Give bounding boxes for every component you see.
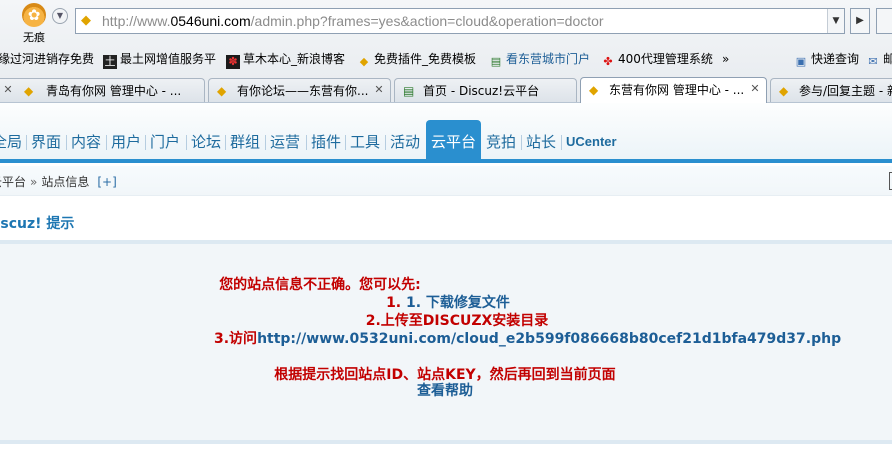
address-dropdown-icon[interactable]: ▼ bbox=[827, 9, 844, 33]
breadcrumb-separator: » bbox=[30, 175, 38, 189]
logo-label: 无痕 bbox=[23, 31, 45, 44]
breadcrumb-trail: 云平台 »站点信息 [+] bbox=[0, 174, 117, 190]
bookmark-item[interactable]: ▤ 看东营城市门户 bbox=[489, 51, 590, 69]
discuz-favicon-icon: ◆ bbox=[779, 84, 789, 98]
nav-separator bbox=[265, 135, 266, 150]
bookmarks-more-icon[interactable]: » bbox=[722, 51, 729, 67]
nav-item[interactable]: 竞拍 bbox=[486, 120, 518, 160]
discuz-favicon-icon: ◆ bbox=[589, 83, 599, 97]
nav-separator bbox=[345, 135, 346, 150]
nav-separator bbox=[306, 135, 307, 150]
nav-separator bbox=[385, 135, 386, 150]
nav-separator bbox=[225, 135, 226, 150]
add-shortcut-link[interactable]: [+] bbox=[97, 175, 116, 189]
nav-separator bbox=[26, 135, 27, 150]
address-bar[interactable]: ◆ http://www.0546uni.com/admin.php?frame… bbox=[75, 8, 845, 34]
nav-item[interactable]: 全局 bbox=[0, 120, 22, 160]
browser-chrome: ✿ 无痕 ▼ ◆ http://www.0546uni.com/admin.ph… bbox=[0, 0, 892, 103]
discuz-icon: ◆ bbox=[359, 55, 369, 68]
close-icon[interactable]: ✕ bbox=[372, 83, 386, 97]
page-content: 全局界面内容用户门户论坛群组运营插件工具活动云平台竞拍站长UCenter 云平台… bbox=[0, 103, 892, 469]
nav-separator bbox=[66, 135, 67, 150]
nav-item[interactable]: 论坛 bbox=[191, 120, 223, 160]
bookmarks-bar: 缘过河进销存免费 土最土网增值服务平 ✽ 草木本心_新浪博客 ◆ 免费插件_免费模板… bbox=[0, 48, 892, 70]
step-upload: 2.上传至DISCUZX安装目录 bbox=[365, 313, 549, 329]
download-fix-link[interactable]: 1. 下载修复文件 bbox=[406, 295, 510, 311]
page-icon: ▤ bbox=[403, 84, 415, 98]
unicom-icon: ✤ bbox=[603, 55, 613, 68]
browser-logo[interactable]: ✿ 无痕 bbox=[18, 3, 50, 44]
error-message: 您的站点信息不正确。您可以先: bbox=[219, 277, 421, 293]
browser-tab[interactable]: ◆ 有你论坛——东营有你... ✕ bbox=[208, 78, 391, 102]
nav-item[interactable]: UCenter bbox=[566, 120, 626, 160]
page-title: Discuz! 提示 bbox=[0, 216, 75, 232]
nav-item[interactable]: 运营 bbox=[270, 120, 302, 160]
discuz-favicon-icon: ◆ bbox=[217, 84, 227, 98]
plant-icon: ✽ bbox=[226, 55, 240, 69]
address-prefix: http://www. bbox=[102, 13, 171, 29]
browser-tab[interactable]: ◆ 参与/回复主题 - 新 bbox=[770, 78, 892, 102]
image-icon: ▣ bbox=[795, 55, 807, 68]
nav-item[interactable]: 工具 bbox=[350, 120, 382, 160]
step-download: 1. 1. 下载修复文件 bbox=[386, 295, 510, 311]
bookmark-item[interactable]: ✉ 邮 bbox=[866, 51, 892, 69]
bookmark-item[interactable]: ✽ 草木本心_新浪博客 bbox=[226, 51, 345, 69]
box-icon: 土 bbox=[103, 55, 117, 69]
address-text[interactable]: http://www.0546uni.com/admin.php?frames=… bbox=[102, 13, 604, 30]
discuz-favicon-icon: ◆ bbox=[24, 84, 34, 98]
nav-item[interactable]: 门户 bbox=[150, 120, 182, 160]
address-domain: 0546uni.com bbox=[170, 13, 251, 29]
nav-item[interactable]: 活动 bbox=[390, 120, 422, 160]
nav-separator bbox=[561, 135, 562, 150]
nav-item[interactable]: 站长 bbox=[526, 120, 558, 160]
discuz-favicon-icon: ◆ bbox=[81, 13, 91, 28]
breadcrumb-first[interactable]: 云平台 bbox=[0, 175, 26, 189]
bookmark-item[interactable]: ▣ 快递查询 bbox=[794, 51, 859, 69]
visit-url-link[interactable]: http://www.0532uni.com/cloud_e2b599f0866… bbox=[257, 331, 841, 347]
nav-separator bbox=[106, 135, 107, 150]
paw-icon: ✿ bbox=[22, 3, 46, 27]
browser-tab[interactable]: ✕ ◆ 青岛有你网 管理中心 - ... bbox=[0, 78, 205, 102]
nav-underline bbox=[0, 159, 892, 163]
breadcrumb-current: 站点信息 bbox=[41, 175, 90, 189]
bookmark-item[interactable]: ◆ 免费插件_免费模板 bbox=[357, 51, 476, 69]
nav-item[interactable]: 云平台 bbox=[426, 120, 481, 160]
nav-separator bbox=[145, 135, 146, 150]
breadcrumb: 云平台 »站点信息 [+] bbox=[0, 166, 892, 196]
bookmark-item[interactable]: 缘过河进销存免费 bbox=[0, 51, 94, 67]
admin-nav: 全局界面内容用户门户论坛群组运营插件工具活动云平台竞拍站长UCenter bbox=[0, 103, 892, 163]
page-icon: ▤ bbox=[490, 55, 502, 68]
nav-item[interactable]: 内容 bbox=[71, 120, 103, 160]
tab-strip: ✕ ◆ 青岛有你网 管理中心 - ... ◆ 有你论坛——东营有你... ✕ ▤… bbox=[0, 76, 892, 103]
nav-item[interactable]: 用户 bbox=[111, 120, 143, 160]
close-icon[interactable]: ✕ bbox=[1, 83, 15, 97]
nav-separator bbox=[186, 135, 187, 150]
bookmark-item[interactable]: ✤ 400代理管理系统 bbox=[601, 51, 713, 69]
nav-item[interactable]: 界面 bbox=[31, 120, 63, 160]
help-link[interactable]: 查看帮助 bbox=[95, 382, 795, 400]
bookmark-item[interactable]: 土最土网增值服务平 bbox=[103, 51, 216, 69]
divider bbox=[0, 440, 892, 444]
go-button[interactable]: ▶ bbox=[850, 8, 870, 34]
close-icon[interactable]: ✕ bbox=[748, 82, 762, 96]
mail-icon: ✉ bbox=[868, 55, 878, 68]
chevron-down-icon[interactable]: ▼ bbox=[52, 8, 68, 24]
nav-item[interactable]: 群组 bbox=[230, 120, 262, 160]
side-button[interactable] bbox=[876, 8, 892, 34]
nav-separator bbox=[521, 135, 522, 150]
nav-item[interactable]: 插件 bbox=[311, 120, 343, 160]
browser-tab[interactable]: ▤ 首页 - Discuz!云平台 bbox=[394, 78, 577, 102]
step-visit: 3.访问http://www.0532uni.com/cloud_e2b599f… bbox=[214, 331, 842, 347]
browser-tab-active[interactable]: ◆ 东营有你网 管理中心 - ... ✕ bbox=[580, 77, 767, 103]
address-path: /admin.php?frames=yes&action=cloud&opera… bbox=[250, 13, 604, 29]
